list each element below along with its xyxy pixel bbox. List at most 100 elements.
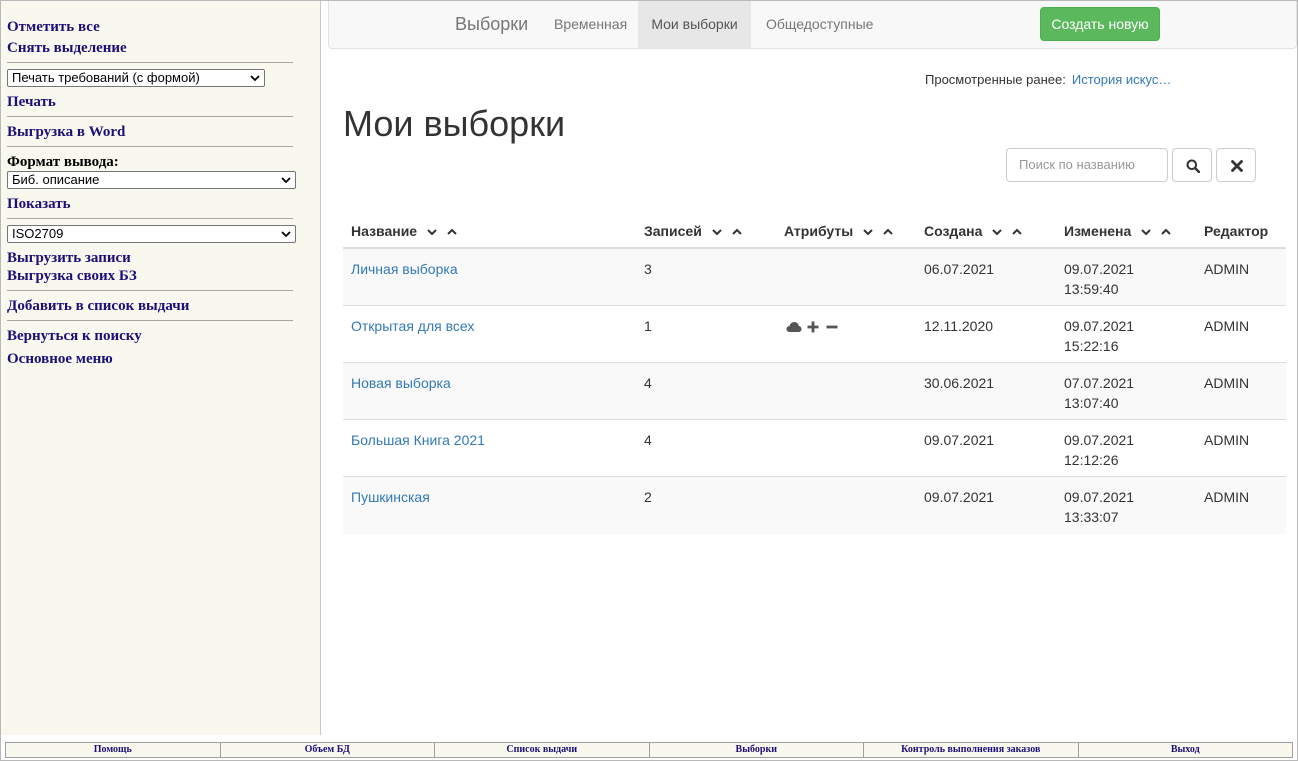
- main-content: Выборки Временная Мои выборки Общедоступ…: [322, 1, 1297, 735]
- modified-date: 09.07.2021: [1064, 318, 1135, 334]
- show-link[interactable]: Показать: [7, 195, 71, 213]
- main-menu-link[interactable]: Основное меню: [7, 350, 113, 368]
- editor: ADMIN: [1204, 432, 1250, 448]
- column-header-label: Название: [351, 223, 418, 239]
- created-date: 06.07.2021: [924, 261, 995, 277]
- editor: ADMIN: [1204, 318, 1250, 334]
- export-word-link[interactable]: Выгрузка в Word: [7, 123, 125, 141]
- modified-time: 13:07:40: [1064, 395, 1119, 411]
- back-to-search-link[interactable]: Вернуться к поиску: [7, 327, 142, 345]
- print-type-select-value: Печать требований (с формой): [12, 70, 200, 85]
- footer-issue-list-link[interactable]: Список выдачи: [435, 743, 650, 757]
- created-date: 09.07.2021: [924, 432, 995, 448]
- table-row: Новая выборка 4 30.06.2021 07.07.2021 13:…: [343, 363, 1286, 420]
- divider: [7, 62, 293, 63]
- search-button[interactable]: [1172, 148, 1212, 182]
- column-header-label: Изменена: [1064, 223, 1132, 239]
- modified-datetime: 09.07.2021 15:22:16: [1064, 316, 1134, 356]
- output-format-select[interactable]: Биб. описание: [7, 171, 296, 189]
- recently-viewed: Просмотренные ранее: История искус…: [925, 72, 1171, 87]
- create-new-button[interactable]: Создать новую: [1040, 7, 1160, 41]
- tab-public[interactable]: Общедоступные: [751, 1, 888, 48]
- modified-datetime: 09.07.2021 12:12:26: [1064, 430, 1134, 470]
- editor: ADMIN: [1204, 375, 1250, 391]
- select-all-link[interactable]: Отметить все: [7, 18, 100, 36]
- footer-db-volume-link[interactable]: Объем БД: [221, 743, 435, 757]
- record-count: 3: [644, 261, 652, 277]
- selection-name-link[interactable]: Личная выборка: [351, 259, 458, 279]
- tab-temporary[interactable]: Временная: [540, 1, 641, 48]
- navbar-brand[interactable]: Выборки: [455, 1, 528, 48]
- sort-desc-icon[interactable]: [863, 228, 873, 236]
- selection-name-link[interactable]: Пушкинская: [351, 487, 430, 507]
- modified-date: 07.07.2021: [1064, 375, 1135, 391]
- recently-viewed-label: Просмотренные ранее:: [925, 72, 1066, 87]
- created-date: 12.11.2020: [924, 318, 994, 334]
- print-type-select[interactable]: Печать требований (с формой): [7, 69, 265, 87]
- search-input[interactable]: Поиск по названию: [1006, 148, 1168, 182]
- tab-my-selections[interactable]: Мои выборки: [638, 1, 751, 48]
- footer-menu: Помощь Объем БД Список выдачи Выборки Ко…: [5, 742, 1293, 758]
- created-date: 09.07.2021: [924, 489, 995, 505]
- table-row: Личная выборка 3 06.07.2021 09.07.2021 13…: [343, 249, 1286, 306]
- chevron-down-icon: [250, 75, 260, 82]
- record-count: 4: [644, 432, 652, 448]
- output-format-label: Формат вывода:: [7, 154, 119, 170]
- sort-desc-icon[interactable]: [992, 228, 1002, 236]
- sort-asc-icon[interactable]: [1012, 228, 1022, 236]
- divider: [7, 116, 293, 117]
- sort-asc-icon[interactable]: [883, 228, 893, 236]
- sort-asc-icon[interactable]: [447, 228, 457, 236]
- column-header-name: Название: [351, 223, 457, 239]
- sort-desc-icon[interactable]: [1141, 228, 1151, 236]
- divider: [7, 290, 293, 291]
- plus-icon: [807, 321, 819, 333]
- cloud-icon: [786, 321, 802, 332]
- sort-desc-icon[interactable]: [427, 228, 437, 236]
- column-header-editor: Редактор: [1204, 223, 1269, 239]
- close-icon: [1231, 160, 1243, 172]
- attributes-cell: [786, 318, 839, 334]
- footer-help-link[interactable]: Помощь: [6, 743, 221, 757]
- deselect-link[interactable]: Снять выделение: [7, 39, 127, 57]
- top-navbar: Выборки Временная Мои выборки Общедоступ…: [328, 1, 1297, 49]
- created-date: 30.06.2021: [924, 375, 995, 391]
- modified-time: 13:59:40: [1064, 281, 1119, 297]
- recently-viewed-link[interactable]: История искус…: [1072, 72, 1171, 87]
- export-records-link[interactable]: Выгрузить записи: [7, 249, 131, 267]
- sort-desc-icon[interactable]: [711, 228, 722, 236]
- chevron-down-icon: [281, 177, 291, 184]
- footer-selections-link[interactable]: Выборки: [650, 743, 864, 757]
- export-own-db-link[interactable]: Выгрузка своих БЗ: [7, 267, 137, 285]
- selection-name-link[interactable]: Большая Книга 2021: [351, 430, 485, 450]
- footer-exit-link[interactable]: Выход: [1079, 743, 1293, 757]
- modified-date: 09.07.2021: [1064, 489, 1135, 505]
- sort-asc-icon[interactable]: [731, 228, 742, 236]
- modified-date: 09.07.2021: [1064, 261, 1135, 277]
- selections-table: Название Записей Атрибуты Создана Измене: [343, 211, 1286, 534]
- record-count: 1: [644, 318, 652, 334]
- modified-datetime: 09.07.2021 13:33:07: [1064, 487, 1134, 527]
- sort-asc-icon[interactable]: [1161, 228, 1171, 236]
- divider: [7, 218, 293, 219]
- column-header-label: Создана: [924, 223, 983, 239]
- column-header-attributes: Атрибуты: [784, 223, 893, 239]
- add-to-issue-list-link[interactable]: Добавить в список выдачи: [7, 297, 189, 315]
- column-header-count: Записей: [644, 223, 742, 239]
- page-title: Мои выборки: [343, 103, 566, 144]
- print-link[interactable]: Печать: [7, 93, 56, 111]
- column-header-modified: Изменена: [1064, 223, 1171, 239]
- divider: [7, 320, 293, 321]
- clear-search-button[interactable]: [1216, 148, 1256, 182]
- table-row: Пушкинская 2 09.07.2021 09.07.2021 13:33:…: [343, 477, 1286, 534]
- left-sidebar: Отметить все Снять выделение Печать треб…: [1, 1, 321, 735]
- selection-name-link[interactable]: Открытая для всех: [351, 316, 474, 336]
- footer-order-control-link[interactable]: Контроль выполнения заказов: [864, 743, 1079, 757]
- modified-time: 12:12:26: [1064, 452, 1119, 468]
- table-row: Открытая для всех 1 12.11.2020 09.07.202…: [343, 306, 1286, 363]
- selection-name-link[interactable]: Новая выборка: [351, 373, 451, 393]
- modified-time: 15:22:16: [1064, 338, 1119, 354]
- export-format-select[interactable]: ISO2709: [7, 225, 296, 243]
- record-count: 2: [644, 489, 652, 505]
- modified-time: 13:33:07: [1064, 509, 1119, 525]
